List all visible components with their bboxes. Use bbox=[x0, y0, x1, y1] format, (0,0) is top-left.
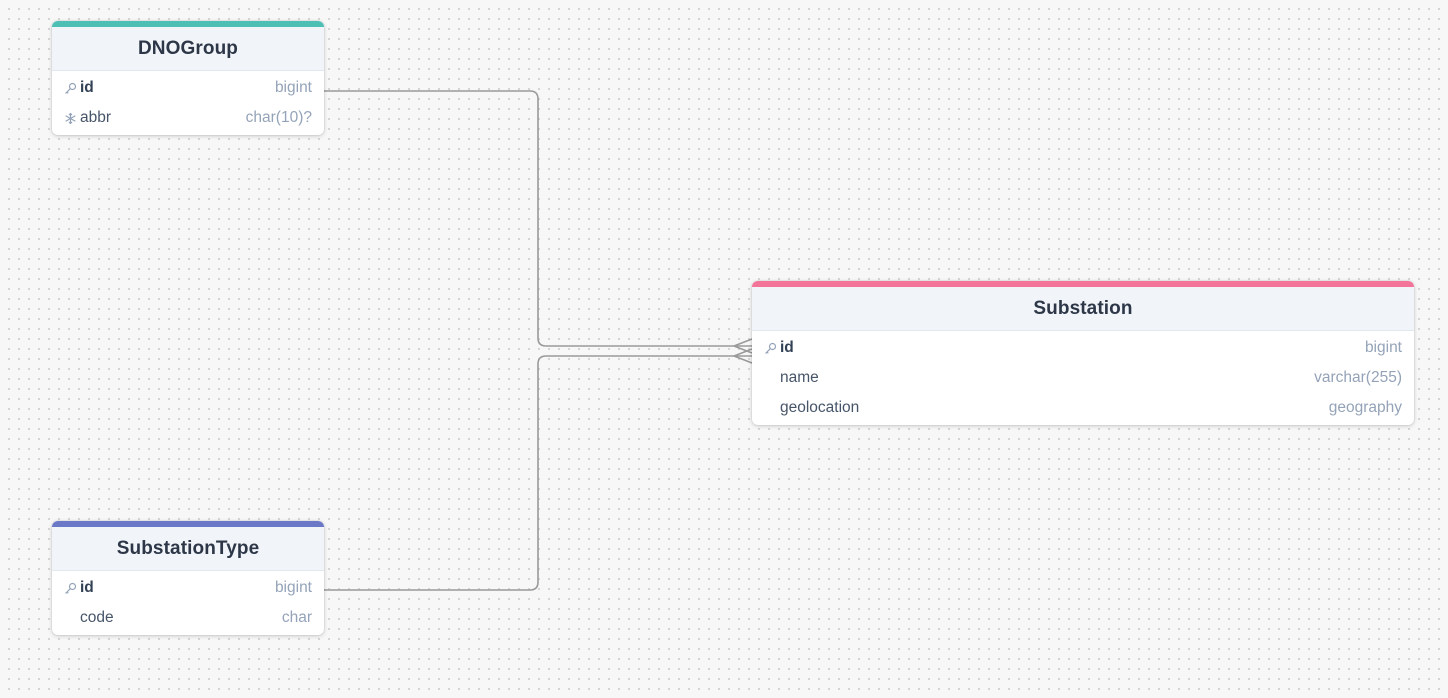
field-name: id bbox=[80, 579, 94, 596]
field-row-abbr[interactable]: abbr char(10)? bbox=[52, 103, 324, 133]
field-row-id[interactable]: id bigint bbox=[52, 73, 324, 103]
field-type: bigint bbox=[274, 579, 312, 596]
field-row-id[interactable]: id bigint bbox=[52, 573, 324, 603]
field-name: name bbox=[780, 369, 819, 386]
key-icon bbox=[62, 80, 78, 96]
field-row-name[interactable]: name varchar(255) bbox=[752, 363, 1414, 393]
field-icon-placeholder bbox=[762, 400, 778, 416]
field-name: id bbox=[780, 339, 794, 356]
field-row-id[interactable]: id bigint bbox=[752, 333, 1414, 363]
key-icon bbox=[762, 340, 778, 356]
edge-substationtype-substation[interactable] bbox=[324, 355, 752, 591]
edge-crowfoot-dnogroup bbox=[733, 338, 753, 354]
field-type: varchar(255) bbox=[1314, 369, 1402, 386]
table-title[interactable]: Substation bbox=[752, 287, 1414, 331]
field-type: geography bbox=[1328, 399, 1402, 416]
table-title[interactable]: SubstationType bbox=[52, 527, 324, 571]
field-name: abbr bbox=[80, 109, 112, 126]
field-type: char(10)? bbox=[245, 109, 312, 126]
field-row-geolocation[interactable]: geolocation geography bbox=[752, 393, 1414, 423]
table-substation[interactable]: Substation id bigint name varchar(255) g… bbox=[752, 281, 1414, 425]
snowflake-icon bbox=[62, 110, 78, 126]
field-icon-placeholder bbox=[762, 370, 778, 386]
edge-dnogroup-substation[interactable] bbox=[324, 90, 752, 347]
key-icon bbox=[62, 580, 78, 596]
table-substationtype[interactable]: SubstationType id bigint code char bbox=[52, 521, 324, 635]
field-type: char bbox=[281, 609, 312, 626]
field-name: code bbox=[80, 609, 114, 626]
table-title[interactable]: DNOGroup bbox=[52, 27, 324, 71]
field-name: geolocation bbox=[780, 399, 860, 416]
edge-crowfoot-substationtype bbox=[733, 348, 753, 364]
field-type: bigint bbox=[274, 79, 312, 96]
table-dnogroup[interactable]: DNOGroup id bigint abbr char(10)? bbox=[52, 21, 324, 135]
field-icon-placeholder bbox=[62, 610, 78, 626]
field-name: id bbox=[80, 79, 94, 96]
field-type: bigint bbox=[1364, 339, 1402, 356]
field-row-code[interactable]: code char bbox=[52, 603, 324, 633]
